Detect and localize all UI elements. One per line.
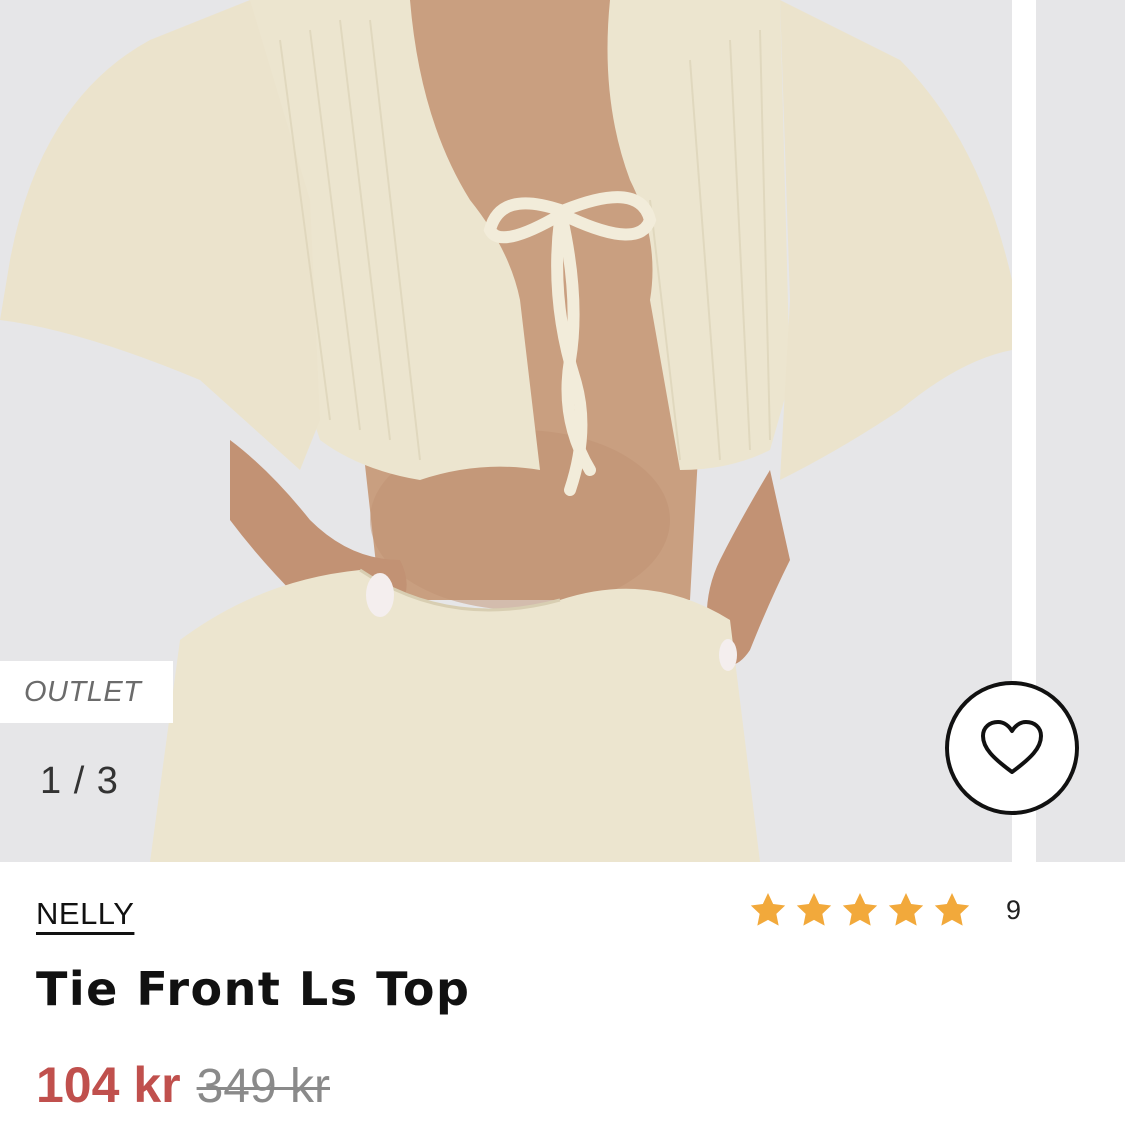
rating-stars <box>748 890 972 930</box>
sale-price: 104 kr <box>36 1057 181 1113</box>
product-photo[interactable]: OUTLET 1 / 3 <box>0 0 1012 862</box>
outlet-badge: OUTLET <box>0 661 173 723</box>
star-icon <box>888 893 924 926</box>
star-icon <box>796 893 832 926</box>
brand-link[interactable]: NELLY <box>36 896 134 932</box>
star-icon <box>750 893 786 926</box>
heart-icon <box>981 720 1043 774</box>
product-photo-illustration <box>0 0 1012 862</box>
price-block: 104 kr 349 kr <box>36 1056 330 1114</box>
image-counter: 1 / 3 <box>40 760 119 802</box>
product-rating[interactable]: 9 <box>748 888 1021 932</box>
favorite-button[interactable] <box>945 681 1079 815</box>
product-title: Tie Front Ls Top <box>36 962 471 1016</box>
product-info: NELLY 9 Tie Front Ls Top 104 kr 349 kr <box>0 862 1125 1125</box>
review-count: 9 <box>1006 894 1022 925</box>
original-price: 349 kr <box>196 1060 330 1113</box>
star-icon <box>842 893 878 926</box>
star-icon <box>934 893 970 926</box>
product-image-gallery[interactable]: OUTLET 1 / 3 <box>0 0 1125 862</box>
